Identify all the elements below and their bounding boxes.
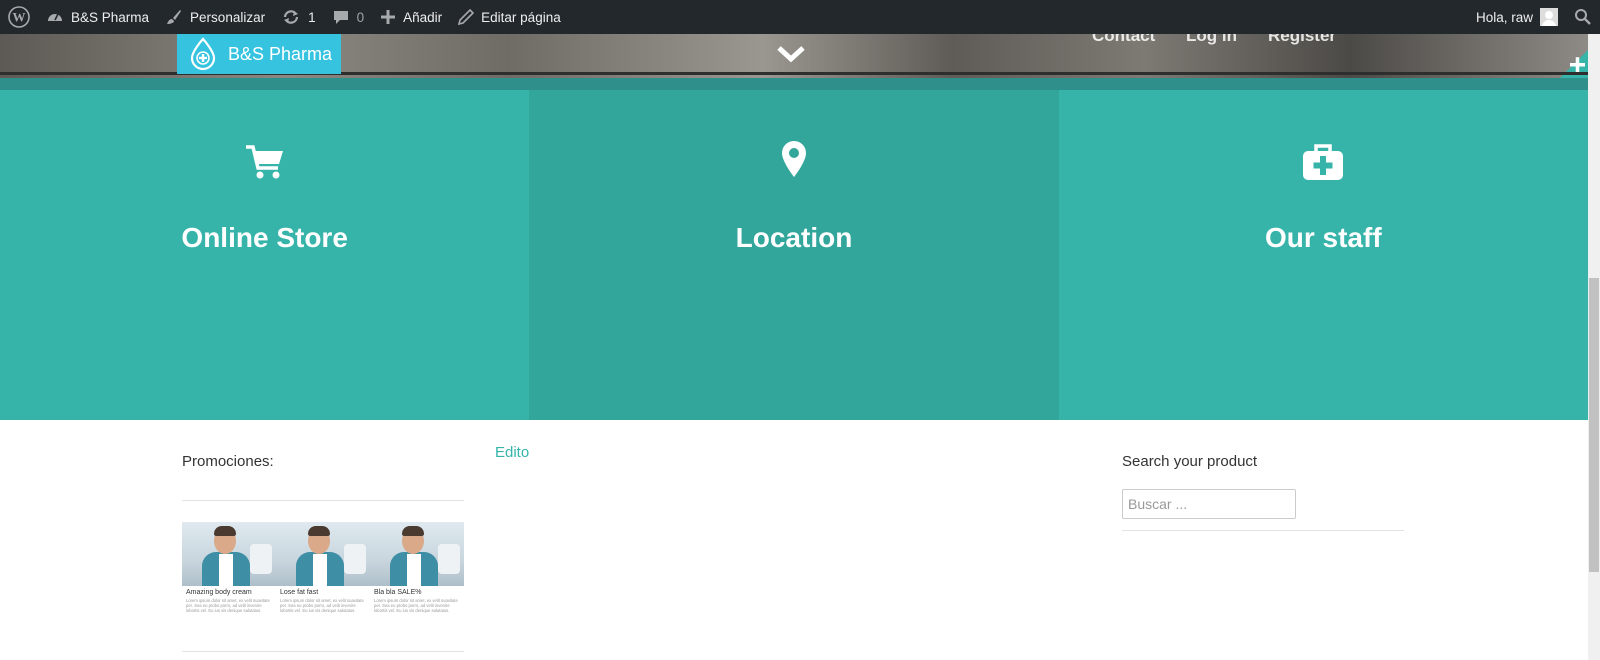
updates-link[interactable]: 1 xyxy=(273,0,324,34)
brand-name: B&S Pharma xyxy=(228,43,333,64)
paintbrush-icon xyxy=(167,10,182,24)
promo-card-text: Lorem ipsum dolor sit amet, ex velit sua… xyxy=(186,598,270,613)
promo-card-text: Lorem ipsum dolor sit amet, ex velit sua… xyxy=(280,598,364,613)
customize-link[interactable]: Personalizar xyxy=(157,0,273,34)
svg-text:W: W xyxy=(13,10,26,25)
add-new-label: Añadir xyxy=(403,9,443,25)
pharma-drop-icon xyxy=(190,37,216,71)
site-name-menu[interactable]: B&S Pharma xyxy=(38,0,157,34)
adminbar-search[interactable] xyxy=(1566,0,1600,34)
search-icon xyxy=(1575,9,1591,25)
avatar xyxy=(1540,8,1558,26)
site-logo[interactable]: B&S Pharma xyxy=(177,34,341,74)
admin-bar: W B&S Pharma Personalizar 1 0 Añadir Edi… xyxy=(0,0,1600,34)
promo-card[interactable]: Lose fat fast Lorem ipsum dolor sit amet… xyxy=(276,522,370,622)
feature-online-store[interactable]: Online Store xyxy=(0,90,530,420)
feature-title: Online Store xyxy=(181,222,348,253)
feature-title: Location xyxy=(735,222,853,253)
divider xyxy=(182,500,464,501)
wordpress-logo-menu[interactable]: W xyxy=(0,0,38,34)
map-pin-icon xyxy=(781,141,806,177)
updates-count: 1 xyxy=(308,9,316,25)
updates-icon xyxy=(283,10,299,24)
promo-card-text: Lorem ipsum dolor sit amet, ex velit sua… xyxy=(374,598,458,613)
teal-band xyxy=(0,78,1588,90)
edito-link[interactable]: Edito xyxy=(495,444,529,461)
add-new-menu[interactable]: Añadir xyxy=(372,0,450,34)
edit-page-link[interactable]: Editar página xyxy=(450,0,569,34)
customize-label: Personalizar xyxy=(190,9,266,25)
feature-location[interactable]: Location xyxy=(529,90,1059,420)
doctor-photo xyxy=(276,522,370,586)
scrollbar-thumb[interactable] xyxy=(1589,278,1599,572)
promotions-title: Promociones: xyxy=(182,453,274,470)
wordpress-icon: W xyxy=(8,6,30,28)
feature-our-staff[interactable]: Our staff xyxy=(1058,90,1588,420)
nav-contact[interactable]: Contact xyxy=(1092,34,1155,46)
promo-card-title: Amazing body cream xyxy=(186,589,252,596)
divider xyxy=(182,651,464,652)
greeting-label: Hola, raw xyxy=(1475,9,1533,25)
promo-card-title: Bla bla SALE% xyxy=(374,589,422,596)
divider xyxy=(1122,530,1404,531)
dashboard-icon xyxy=(48,13,62,21)
my-account-menu[interactable]: Hola, raw xyxy=(1468,0,1566,34)
chevron-down-icon[interactable] xyxy=(776,44,806,64)
comment-icon xyxy=(333,11,348,24)
cart-icon xyxy=(245,145,283,179)
doctor-photo xyxy=(182,522,276,586)
features-section: Online Store Location Our staff xyxy=(0,90,1588,420)
comments-count: 0 xyxy=(356,9,365,25)
site-name-label: B&S Pharma xyxy=(71,9,150,25)
feature-title: Our staff xyxy=(1264,222,1382,253)
promo-card-title: Lose fat fast xyxy=(280,589,319,596)
pencil-icon xyxy=(458,9,475,25)
nav-register[interactable]: Register xyxy=(1268,34,1336,46)
promo-card[interactable]: Bla bla SALE% Lorem ipsum dolor sit amet… xyxy=(370,522,464,622)
promo-card[interactable]: Amazing body cream Lorem ipsum dolor sit… xyxy=(182,522,276,622)
nav-login[interactable]: Log in xyxy=(1186,34,1237,46)
edit-page-label: Editar página xyxy=(481,9,561,25)
promotions-image[interactable]: Amazing body cream Lorem ipsum dolor sit… xyxy=(182,522,464,622)
search-widget-title: Search your product xyxy=(1122,453,1258,470)
plus-icon xyxy=(381,10,396,24)
medkit-icon xyxy=(1303,144,1344,180)
comments-link[interactable]: 0 xyxy=(324,0,373,34)
search-input[interactable] xyxy=(1122,489,1296,519)
doctor-photo xyxy=(370,522,464,586)
